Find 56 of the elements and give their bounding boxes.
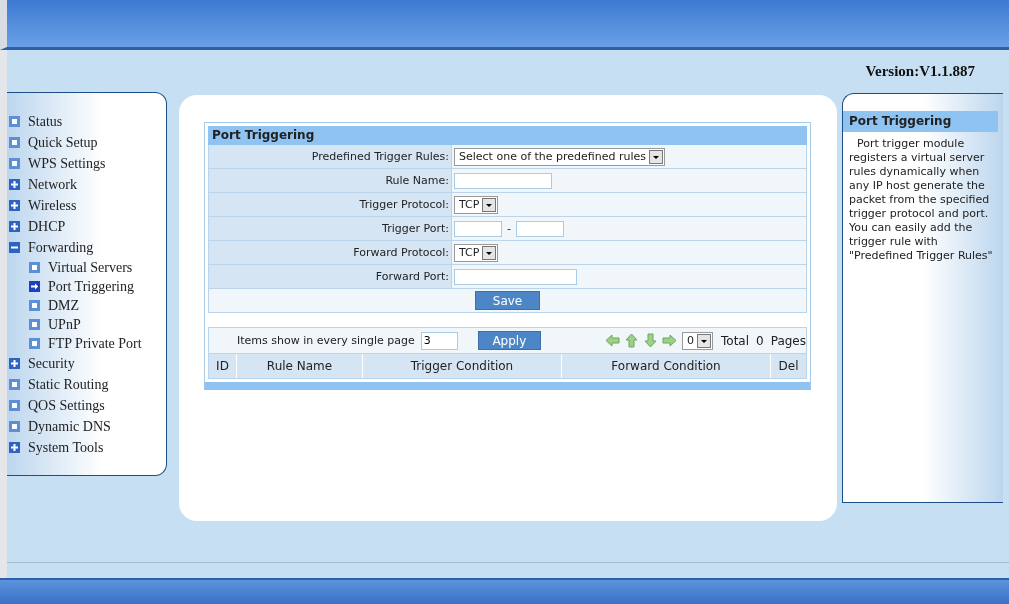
nav-item[interactable]: FTP Private Port <box>48 335 142 352</box>
version-label: Version:V1.1.887 <box>865 62 975 80</box>
nav-item[interactable]: Security <box>28 355 75 372</box>
nav-item[interactable]: WPS Settings <box>28 155 106 172</box>
page-dropdown[interactable]: 0 <box>682 331 713 350</box>
nav-item[interactable]: System Tools <box>28 439 104 456</box>
total-pages: 0 <box>756 333 764 348</box>
caret-icon <box>649 149 664 164</box>
nav-item[interactable]: DHCP <box>28 218 66 235</box>
help-text: Port trigger module registers a virtual server rules dynamically when any IP host generate the packet from the specified trigger protocol and port. You can easily add the trigger rule with "Predefined Trigger Rules" <box>848 136 994 263</box>
column-header: Del <box>777 358 800 375</box>
caret-icon <box>482 245 497 260</box>
nav-item[interactable]: Port Triggering <box>48 278 134 295</box>
items-per-page-label: Items show in every single page <box>237 334 415 347</box>
field-label: Forward Port: <box>209 265 452 288</box>
dropdown[interactable]: TCP <box>454 243 499 262</box>
nav-item[interactable]: Network <box>28 176 77 193</box>
right-arrow-icon[interactable] <box>662 333 677 348</box>
help-title: Port Triggering <box>843 111 998 132</box>
column-header: Forward Condition <box>562 354 771 378</box>
nav-item[interactable]: Wireless <box>28 197 77 214</box>
nav-item[interactable]: DMZ <box>48 297 80 314</box>
down-arrow-icon[interactable] <box>643 333 658 348</box>
nav-item[interactable]: Forwarding <box>28 239 94 256</box>
items-per-page-field[interactable]: 3 <box>420 331 458 350</box>
nav-item[interactable]: Status <box>28 113 63 130</box>
column-header: Rule Name <box>237 354 363 378</box>
nav-item[interactable]: Virtual Servers <box>48 259 133 276</box>
up-arrow-icon[interactable] <box>624 333 639 348</box>
form-header: Port Triggering <box>208 126 807 145</box>
field-label: Trigger Port: <box>209 217 452 240</box>
field-label: Forward Protocol: <box>209 241 452 264</box>
nav-item[interactable]: QOS Settings <box>28 397 105 414</box>
dropdown[interactable]: TCP <box>454 195 499 214</box>
field-label: Predefined Trigger Rules: <box>209 145 452 168</box>
caret-icon <box>697 333 711 348</box>
column-header: ID <box>209 354 237 378</box>
apply-button[interactable]: Apply <box>477 331 541 350</box>
save-button[interactable]: Save <box>475 291 540 310</box>
input-field[interactable] <box>454 268 577 285</box>
column-header: Trigger Condition <box>363 354 562 378</box>
left-arrow-icon[interactable] <box>605 333 620 348</box>
input-field[interactable] <box>454 220 502 237</box>
pages-label: Pages <box>770 333 806 348</box>
range-separator: - <box>507 222 511 235</box>
nav-item[interactable]: Quick Setup <box>28 134 98 151</box>
input-field[interactable] <box>454 172 552 189</box>
field-label: Trigger Protocol: <box>209 193 452 216</box>
caret-icon <box>482 197 497 212</box>
input-field[interactable] <box>516 220 564 237</box>
nav-item[interactable]: Static Routing <box>28 376 109 393</box>
dropdown[interactable]: Select one of the predefined rules <box>454 147 666 166</box>
nav-item[interactable]: Dynamic DNS <box>28 418 111 435</box>
total-label: Total <box>721 333 750 348</box>
field-label: Rule Name: <box>209 169 452 192</box>
nav-item[interactable]: UPnP <box>48 316 81 333</box>
